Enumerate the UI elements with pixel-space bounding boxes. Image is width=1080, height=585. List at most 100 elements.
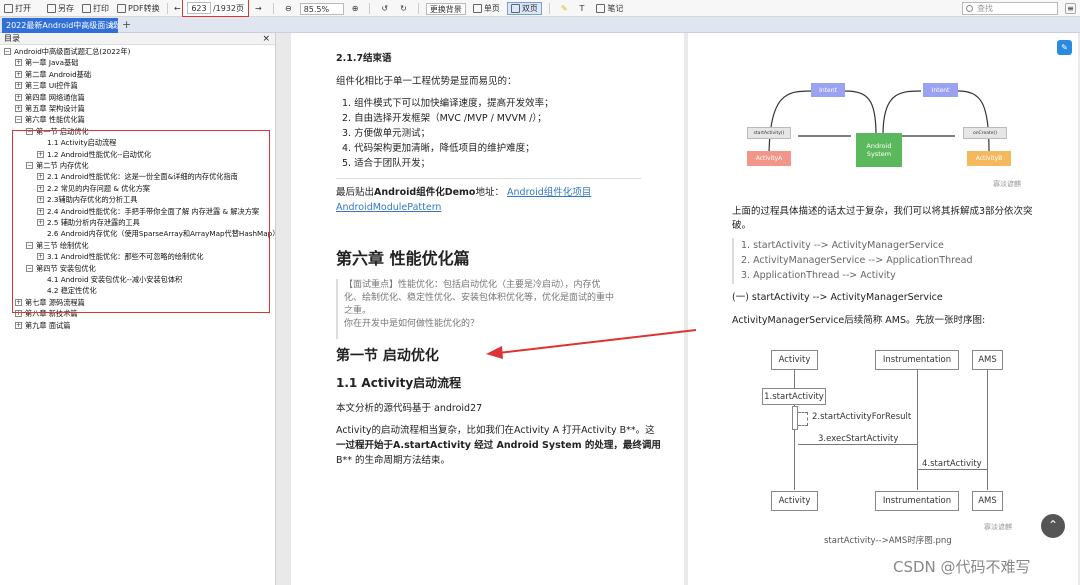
demo-link-repo[interactable]: AndroidModulePattern: [336, 201, 441, 215]
lifeline: [917, 368, 918, 490]
sequence-diagram: Activity Instrumentation AMS 1.startActi…: [762, 346, 1026, 546]
message-box: 1.startActivity: [762, 388, 826, 405]
divider: [336, 178, 641, 179]
quote-line: 之重。: [344, 306, 372, 316]
diagram-watermark: 寡淡谚麒: [984, 523, 1012, 531]
steps-bar: [732, 238, 734, 284]
list-item: 2. 自由选择开发框架（MVC /MVP / MVVM /）；: [342, 113, 547, 124]
step-item: 1. startActivity --> ActivityManagerServ…: [741, 240, 944, 251]
tab-close-icon[interactable]: ×: [108, 18, 115, 33]
activity-flow-diagram: Intent Intent startActivity() onCreate()…: [743, 63, 1033, 193]
toc-item[interactable]: − Android中高级面试题汇总(2022年): [4, 46, 130, 57]
part-title: (一) startActivity --> ActivityManagerSer…: [732, 292, 943, 303]
expander-icon[interactable]: +: [15, 321, 22, 329]
diagram-watermark: 寡淡谚麒: [993, 180, 1021, 188]
list-item: 3. 方便做单元测试；: [342, 128, 431, 139]
background-select[interactable]: 更换背景: [425, 2, 466, 15]
expander-icon[interactable]: +: [15, 105, 22, 112]
page-navigator: 623 /1932页: [182, 0, 249, 17]
translate-icon[interactable]: ✎: [1057, 40, 1072, 55]
toc-item[interactable]: + 第三章 UI控件篇: [15, 80, 78, 91]
lifeline-activity-bottom: Activity: [771, 491, 818, 511]
toolbar-divider: [166, 2, 168, 14]
explain-line: 破。: [732, 220, 752, 231]
chapter-title: 第六章 性能优化篇: [336, 249, 470, 268]
toc-item[interactable]: + 第九章 面试篇: [15, 320, 70, 331]
note-button[interactable]: 笔记: [592, 1, 627, 16]
sidebar-close-icon[interactable]: ×: [262, 33, 270, 45]
toc-item[interactable]: + 第五章 架构设计篇: [15, 103, 85, 114]
ams-note: ActivityManagerService后续简称 AMS。先放一张时序图:: [732, 315, 986, 326]
toolbar: 打开 另存 打印 PDF转换 ← 623 /1932页 → ⊖ 85.5% ⊕ …: [0, 0, 1080, 17]
android-system-node: Android System: [856, 133, 902, 167]
expander-icon[interactable]: +: [15, 93, 22, 101]
open-button[interactable]: 打开: [0, 1, 35, 16]
toc-item[interactable]: + 第二章 Android基础: [15, 69, 91, 80]
next-page-button[interactable]: →: [251, 1, 266, 16]
toc-sidebar: 目录 × − Android中高级面试题汇总(2022年) + 第一章 Java基础…: [0, 33, 279, 585]
diagram-caption: startActivity-->AMS时序图.png: [824, 536, 952, 546]
document-tabbar: 2022最新Android中高级面试题 × +: [0, 17, 1080, 33]
save-icon: [47, 3, 56, 13]
single-page-button[interactable]: 单页: [470, 2, 503, 15]
expander-icon[interactable]: −: [15, 116, 22, 124]
quote-block: 【面试重点】性能优化：包括启动优化（主要是冷启动），内存优 化、绘制优化、稳定性…: [336, 279, 646, 339]
message-label: 2.startActivityForResult: [812, 412, 912, 422]
self-call-arrow: [798, 412, 808, 426]
paragraph-line: Activity的启动流程相当复杂，比如我们在Activity A 打开Acti…: [336, 425, 655, 436]
text-color-icon[interactable]: T: [576, 1, 589, 16]
source-note: 本文分析的源代码基于 android27: [336, 403, 483, 414]
toc-item[interactable]: + 第四章 网络通信篇: [15, 92, 85, 103]
zoom-in-icon[interactable]: ⊕: [348, 1, 363, 16]
list-item: 1. 组件模式下可以加快编译速度，提高开发效率；: [342, 98, 554, 109]
window-menu-button[interactable]: ≡: [1065, 3, 1076, 14]
lifeline-instrumentation-bottom: Instrumentation: [875, 491, 959, 511]
scroll-to-top-button[interactable]: ⌃: [1041, 514, 1065, 538]
toolbar-divider: [548, 3, 550, 14]
double-page-icon: [510, 4, 520, 13]
lifeline: [987, 368, 988, 490]
zoom-select[interactable]: 85.5%: [299, 2, 344, 15]
save-as-button[interactable]: 另存: [43, 1, 78, 16]
demo-line: 最后贴出Android组件化Demo地址： Android组件化项目: [336, 187, 592, 198]
paragraph-line: 一过程开始于A.startActivity 经过 Android System …: [336, 440, 661, 451]
double-page-button[interactable]: 双页: [506, 2, 542, 15]
page-number-input[interactable]: 623: [186, 2, 211, 14]
folder-icon: [4, 3, 13, 13]
toc-item[interactable]: − 第六章 性能优化篇: [15, 114, 85, 125]
csdn-watermark: CSDN @代码不难写: [893, 558, 1031, 576]
intent-node: Intent: [923, 83, 958, 97]
expander-icon[interactable]: +: [15, 59, 22, 67]
note-icon: [596, 4, 606, 13]
rotate-right-icon[interactable]: ↻: [396, 1, 411, 16]
demo-link[interactable]: Android组件化项目: [507, 187, 591, 198]
chapter-highlight-box: [12, 130, 270, 313]
section-title: 第一节 启动优化: [336, 348, 439, 364]
toc-item[interactable]: + 第一章 Java基础: [15, 57, 78, 68]
page-left: 2.1.7结束语 组件化相比于单一工程优势是显而易见的： 1. 组件模式下可以加…: [291, 33, 684, 585]
search-input[interactable]: 查找: [962, 2, 1058, 15]
toolbar-divider: [417, 3, 419, 14]
paragraph-line: B** 的生命周期方法结束。: [336, 455, 451, 466]
message-label: 3.execStartActivity: [818, 434, 899, 444]
list-item: 4. 代码架构更加清晰，降低项目的维护难度；: [342, 143, 535, 154]
lifeline-activity: Activity: [771, 350, 818, 370]
print-button[interactable]: 打印: [78, 1, 113, 16]
rotate-left-icon[interactable]: ↺: [377, 1, 392, 16]
pdf-convert-button[interactable]: PDF转换: [113, 1, 164, 16]
search-icon: [966, 5, 973, 12]
single-page-icon: [472, 4, 482, 13]
list-item: 5. 适合于团队开发；: [342, 158, 431, 169]
new-tab-button[interactable]: +: [122, 17, 131, 32]
expander-icon[interactable]: +: [15, 82, 22, 90]
page-right: Intent Intent startActivity() onCreate()…: [688, 33, 1078, 585]
expander-icon[interactable]: −: [4, 48, 11, 55]
on-create-box: onCreate(): [963, 127, 1007, 139]
page-total: /1932页: [212, 3, 245, 13]
tab-document[interactable]: 2022最新Android中高级面试题 ×: [2, 18, 118, 33]
zoom-out-icon[interactable]: ⊖: [281, 1, 296, 16]
activity-a-node: ActivityA: [747, 151, 791, 166]
expander-icon[interactable]: +: [15, 70, 22, 78]
highlight-pen-icon[interactable]: ✎: [557, 1, 572, 16]
step-item: 3. ApplicationThread --> Activity: [741, 270, 896, 281]
